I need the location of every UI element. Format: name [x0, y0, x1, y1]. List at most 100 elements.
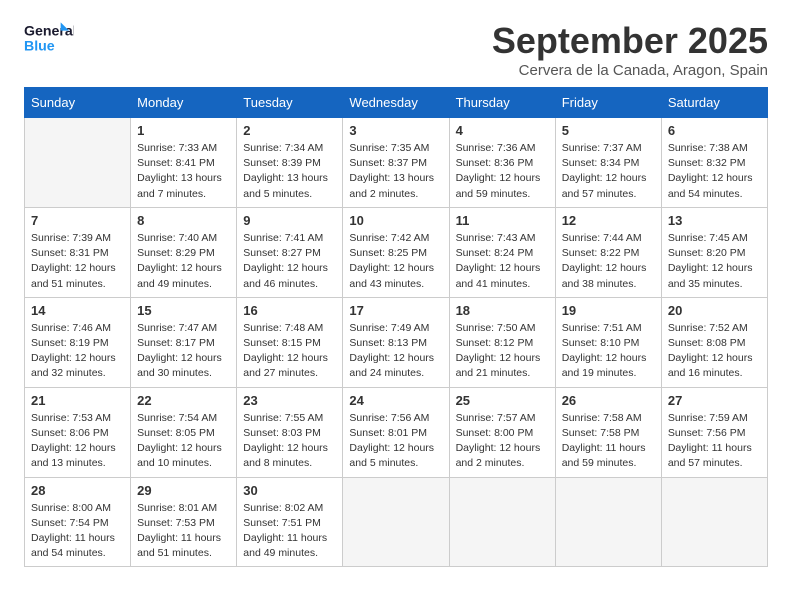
calendar-cell: 26 Sunrise: 7:58 AM Sunset: 7:58 PM Dayli…	[555, 387, 661, 477]
calendar-cell: 12 Sunrise: 7:44 AM Sunset: 8:22 PM Dayli…	[555, 207, 661, 297]
day-info: Sunrise: 7:49 AM Sunset: 8:13 PM Dayligh…	[349, 321, 442, 382]
day-number: 10	[349, 213, 442, 228]
day-info: Sunrise: 7:43 AM Sunset: 8:24 PM Dayligh…	[456, 231, 549, 292]
calendar-week-5: 28 Sunrise: 8:00 AM Sunset: 7:54 PM Dayli…	[25, 477, 768, 567]
header-wednesday: Wednesday	[343, 88, 449, 118]
day-number: 13	[668, 213, 761, 228]
calendar-cell: 25 Sunrise: 7:57 AM Sunset: 8:00 PM Dayli…	[449, 387, 555, 477]
calendar-cell: 21Sunrise: 7:53 AM Sunset: 8:06 PM Dayli…	[25, 387, 131, 477]
calendar-cell: 10 Sunrise: 7:42 AM Sunset: 8:25 PM Dayli…	[343, 207, 449, 297]
calendar-title: September 2025	[492, 20, 768, 62]
day-number: 1	[137, 123, 230, 138]
day-info: Sunrise: 7:46 AM Sunset: 8:19 PM Dayligh…	[31, 321, 124, 382]
day-number: 25	[456, 393, 549, 408]
calendar-cell: 5 Sunrise: 7:37 AM Sunset: 8:34 PM Daylig…	[555, 118, 661, 208]
svg-text:Blue: Blue	[24, 39, 55, 55]
day-number: 16	[243, 303, 336, 318]
day-number: 5	[562, 123, 655, 138]
calendar-table: Sunday Monday Tuesday Wednesday Thursday…	[24, 87, 768, 567]
calendar-cell: 7 Sunrise: 7:39 AM Sunset: 8:31 PM Daylig…	[25, 207, 131, 297]
day-info: Sunrise: 7:34 AM Sunset: 8:39 PM Dayligh…	[243, 141, 336, 202]
day-info: Sunrise: 7:40 AM Sunset: 8:29 PM Dayligh…	[137, 231, 230, 292]
day-number: 14	[31, 303, 124, 318]
day-number: 19	[562, 303, 655, 318]
header-tuesday: Tuesday	[237, 88, 343, 118]
day-info: Sunrise: 7:50 AM Sunset: 8:12 PM Dayligh…	[456, 321, 549, 382]
day-number: 17	[349, 303, 442, 318]
day-info: Sunrise: 7:39 AM Sunset: 8:31 PM Dayligh…	[31, 231, 124, 292]
calendar-cell: 19Sunrise: 7:51 AM Sunset: 8:10 PM Dayli…	[555, 297, 661, 387]
calendar-cell	[25, 118, 131, 208]
calendar-week-2: 7 Sunrise: 7:39 AM Sunset: 8:31 PM Daylig…	[25, 207, 768, 297]
day-info: Sunrise: 8:00 AM Sunset: 7:54 PM Dayligh…	[31, 501, 124, 562]
calendar-week-3: 14 Sunrise: 7:46 AM Sunset: 8:19 PM Dayli…	[25, 297, 768, 387]
day-info: Sunrise: 7:42 AM Sunset: 8:25 PM Dayligh…	[349, 231, 442, 292]
day-info: Sunrise: 7:54 AM Sunset: 8:05 PM Dayligh…	[137, 411, 230, 472]
day-info: Sunrise: 7:57 AM Sunset: 8:00 PM Dayligh…	[456, 411, 549, 472]
header-saturday: Saturday	[661, 88, 767, 118]
logo: GeneralBlue	[24, 20, 74, 58]
calendar-cell: 14 Sunrise: 7:46 AM Sunset: 8:19 PM Dayli…	[25, 297, 131, 387]
calendar-cell: 1 Sunrise: 7:33 AM Sunset: 8:41 PM Daylig…	[131, 118, 237, 208]
calendar-cell: 20 Sunrise: 7:52 AM Sunset: 8:08 PM Dayli…	[661, 297, 767, 387]
day-info: Sunrise: 7:55 AM Sunset: 8:03 PM Dayligh…	[243, 411, 336, 472]
day-info: Sunrise: 7:45 AM Sunset: 8:20 PM Dayligh…	[668, 231, 761, 292]
day-info: Sunrise: 7:48 AM Sunset: 8:15 PM Dayligh…	[243, 321, 336, 382]
day-number: 4	[456, 123, 549, 138]
calendar-subtitle: Cervera de la Canada, Aragon, Spain	[492, 62, 768, 79]
day-number: 9	[243, 213, 336, 228]
calendar-cell: 11Sunrise: 7:43 AM Sunset: 8:24 PM Dayli…	[449, 207, 555, 297]
svg-text:General: General	[24, 24, 74, 40]
day-number: 24	[349, 393, 442, 408]
calendar-week-4: 21Sunrise: 7:53 AM Sunset: 8:06 PM Dayli…	[25, 387, 768, 477]
day-info: Sunrise: 7:58 AM Sunset: 7:58 PM Dayligh…	[562, 411, 655, 472]
calendar-cell: 28 Sunrise: 8:00 AM Sunset: 7:54 PM Dayli…	[25, 477, 131, 567]
day-info: Sunrise: 7:37 AM Sunset: 8:34 PM Dayligh…	[562, 141, 655, 202]
page-header: GeneralBlue September 2025 Cervera de la…	[24, 20, 768, 79]
day-info: Sunrise: 7:52 AM Sunset: 8:08 PM Dayligh…	[668, 321, 761, 382]
day-number: 29	[137, 483, 230, 498]
header-monday: Monday	[131, 88, 237, 118]
day-number: 8	[137, 213, 230, 228]
day-number: 18	[456, 303, 549, 318]
day-info: Sunrise: 7:47 AM Sunset: 8:17 PM Dayligh…	[137, 321, 230, 382]
day-info: Sunrise: 7:36 AM Sunset: 8:36 PM Dayligh…	[456, 141, 549, 202]
logo-icon: GeneralBlue	[24, 20, 74, 58]
day-number: 3	[349, 123, 442, 138]
day-number: 20	[668, 303, 761, 318]
day-info: Sunrise: 7:35 AM Sunset: 8:37 PM Dayligh…	[349, 141, 442, 202]
day-info: Sunrise: 7:38 AM Sunset: 8:32 PM Dayligh…	[668, 141, 761, 202]
day-number: 15	[137, 303, 230, 318]
day-number: 6	[668, 123, 761, 138]
day-number: 2	[243, 123, 336, 138]
day-number: 27	[668, 393, 761, 408]
calendar-cell: 15 Sunrise: 7:47 AM Sunset: 8:17 PM Dayli…	[131, 297, 237, 387]
day-info: Sunrise: 8:01 AM Sunset: 7:53 PM Dayligh…	[137, 501, 230, 562]
calendar-cell: 18 Sunrise: 7:50 AM Sunset: 8:12 PM Dayli…	[449, 297, 555, 387]
day-number: 22	[137, 393, 230, 408]
header-row: Sunday Monday Tuesday Wednesday Thursday…	[25, 88, 768, 118]
day-number: 26	[562, 393, 655, 408]
day-info: Sunrise: 7:56 AM Sunset: 8:01 PM Dayligh…	[349, 411, 442, 472]
header-sunday: Sunday	[25, 88, 131, 118]
calendar-cell: 22 Sunrise: 7:54 AM Sunset: 8:05 PM Dayli…	[131, 387, 237, 477]
day-info: Sunrise: 7:33 AM Sunset: 8:41 PM Dayligh…	[137, 141, 230, 202]
day-info: Sunrise: 8:02 AM Sunset: 7:51 PM Dayligh…	[243, 501, 336, 562]
day-number: 12	[562, 213, 655, 228]
calendar-cell: 2 Sunrise: 7:34 AM Sunset: 8:39 PM Daylig…	[237, 118, 343, 208]
calendar-cell: 16 Sunrise: 7:48 AM Sunset: 8:15 PM Dayli…	[237, 297, 343, 387]
day-number: 23	[243, 393, 336, 408]
calendar-cell: 24 Sunrise: 7:56 AM Sunset: 8:01 PM Dayli…	[343, 387, 449, 477]
day-number: 7	[31, 213, 124, 228]
calendar-cell: 4 Sunrise: 7:36 AM Sunset: 8:36 PM Daylig…	[449, 118, 555, 208]
title-block: September 2025 Cervera de la Canada, Ara…	[492, 20, 768, 79]
day-info: Sunrise: 7:41 AM Sunset: 8:27 PM Dayligh…	[243, 231, 336, 292]
day-number: 28	[31, 483, 124, 498]
calendar-week-1: 1 Sunrise: 7:33 AM Sunset: 8:41 PM Daylig…	[25, 118, 768, 208]
calendar-cell	[449, 477, 555, 567]
header-friday: Friday	[555, 88, 661, 118]
day-info: Sunrise: 7:44 AM Sunset: 8:22 PM Dayligh…	[562, 231, 655, 292]
calendar-cell: 3 Sunrise: 7:35 AM Sunset: 8:37 PM Daylig…	[343, 118, 449, 208]
calendar-cell	[661, 477, 767, 567]
calendar-cell: 8 Sunrise: 7:40 AM Sunset: 8:29 PM Daylig…	[131, 207, 237, 297]
